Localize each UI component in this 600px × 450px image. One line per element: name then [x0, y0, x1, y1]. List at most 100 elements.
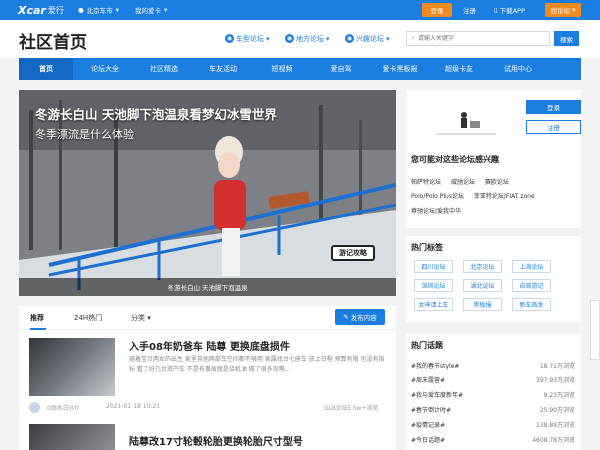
hot-tag[interactable]: 自驾游记 — [512, 279, 551, 292]
selector-label: 地方论坛 — [296, 34, 324, 43]
search-button[interactable]: 搜索 — [554, 31, 579, 46]
location-selector[interactable]: ● 北京车市 ▾ — [78, 5, 119, 15]
logo-sub: 爱行 — [47, 5, 64, 15]
topic-views: 397.93万浏览 — [536, 377, 575, 384]
interest-row: Polo/Polo Plus论坛 菲亚特论坛|FIAT zone — [411, 191, 535, 200]
nav-trial-center[interactable]: 试用中心 — [491, 58, 545, 80]
post-forum[interactable]: GL8论坛 — [324, 403, 348, 412]
chevron-down-icon: ▾ — [266, 34, 270, 43]
post-meta: 0丽水白沙0 2021-01-18 10:21 GL8论坛 3.5w+浏览 — [29, 402, 389, 414]
topic-name[interactable]: #春节倒计时# — [411, 407, 451, 414]
post-title[interactable]: 陆尊改17寸轮毂轮胎更换轮胎尺寸型号 — [129, 433, 303, 448]
chevron-down-icon: ▾ — [147, 314, 151, 322]
find-forum-button[interactable]: 找论坛 ▾ — [545, 3, 581, 17]
register-link[interactable]: 注册 — [463, 5, 476, 15]
nav-home[interactable]: 首页 — [19, 58, 73, 80]
hot-tag[interactable]: 黑板报 — [463, 298, 502, 311]
topic-row[interactable]: #今日话题# 4608.78万浏览 — [411, 435, 575, 444]
download-app-label: 下载APP — [499, 7, 525, 15]
hot-topics-title: 热门话题 — [411, 341, 443, 350]
search-input[interactable] — [417, 35, 538, 42]
forum-link[interactable]: 帕萨特论坛 — [411, 179, 441, 186]
chevron-down-icon: ▾ — [326, 34, 330, 43]
car-forum-selector[interactable]: ◉ 车型论坛 ▾ — [225, 32, 270, 45]
topic-row[interactable]: #疫情记录# 138.89万浏览 — [411, 420, 575, 429]
nav-forums[interactable]: 论坛大全 — [78, 58, 132, 80]
topic-views: 18.71万浏览 — [539, 363, 575, 370]
topic-row[interactable]: #我与爱车度新年# 9.23万浏览 — [411, 390, 575, 399]
topic-views: 4608.78万浏览 — [532, 437, 575, 444]
topic-name[interactable]: #我与爱车度新年# — [411, 392, 463, 399]
selector-label: 兴趣论坛 — [356, 34, 384, 43]
car-icon: ◉ — [225, 34, 234, 43]
page-header: 社区首页 ◉ 车型论坛 ▾ ◉ 地方论坛 ▾ ◉ 兴趣论坛 ▾ ⌕ 搜索 — [0, 20, 600, 58]
post-thumbnail[interactable] — [29, 338, 115, 396]
chevron-down-icon: ▾ — [572, 6, 576, 14]
chevron-down-icon: ▾ — [386, 34, 390, 43]
post-views: 3.5w+浏览 — [347, 405, 379, 412]
list-item[interactable]: 陆尊改17寸轮毂轮胎更换轮胎尺寸型号 — [29, 424, 389, 450]
local-forum-selector[interactable]: ◉ 地方论坛 ▾ — [285, 32, 330, 45]
topic-name[interactable]: #周末露营# — [411, 377, 445, 384]
topic-views: 138.89万浏览 — [536, 422, 575, 429]
forum-link[interactable]: Polo/Polo Plus论坛 — [411, 193, 464, 200]
hero-banner[interactable]: 冬游长白山 天池脚下泡温泉看梦幻冰雪世界 冬季漂流是什么体验 — [19, 90, 396, 296]
phone-icon: ▯ — [494, 6, 498, 14]
forum-link[interactable]: 威驰论坛 — [451, 179, 475, 186]
download-app-link[interactable]: ▯ 下载APP — [494, 5, 525, 15]
location-pin-icon: ● — [78, 6, 84, 14]
top-bar: Xcar 爱行 ● 北京车市 ▾ 我的爱卡 ▾ 登录 注册 ▯ 下载APP 找论… — [0, 0, 600, 20]
edit-icon: ✎ — [343, 313, 349, 321]
nav-events[interactable]: 车友活动 — [196, 58, 250, 80]
sidebar-register-button[interactable]: 注册 — [526, 120, 581, 134]
hot-tag[interactable]: 上海论坛 — [512, 260, 551, 273]
topic-name[interactable]: #我的春节style# — [411, 363, 459, 370]
topic-name[interactable]: #疫情记录# — [411, 422, 445, 429]
hot-tag[interactable]: 深圳论坛 — [414, 279, 453, 292]
hot-tag[interactable]: 湖北论坛 — [463, 279, 502, 292]
feed-tabs: 推荐 24H热门 分类 ▾ ✎ 发布内容 — [19, 306, 396, 330]
nav-blackboard[interactable]: 爱卡黑板报 — [373, 58, 427, 80]
sidebar-login-card: 登录 注册 — [406, 90, 581, 148]
my-car-menu[interactable]: 我的爱卡 ▾ — [135, 5, 167, 15]
floating-toolbar[interactable] — [590, 300, 600, 360]
topic-row[interactable]: #我的春节style# 18.71万浏览 — [411, 361, 575, 370]
hot-tag[interactable]: 新车首发 — [512, 298, 551, 311]
site-logo[interactable]: Xcar 爱行 — [18, 3, 64, 17]
interest-forum-selector[interactable]: ◉ 兴趣论坛 ▾ — [345, 32, 390, 45]
publish-button[interactable]: ✎ 发布内容 — [335, 309, 385, 325]
topic-name[interactable]: #今日话题# — [411, 437, 445, 444]
post-thumbnail[interactable] — [29, 424, 115, 450]
hot-tag[interactable]: 北京论坛 — [463, 260, 502, 273]
post-excerpt: 随着宝贝两女的出生 家里其他两部车空间都不够用 家属找台七座车 放上日程 预算有… — [129, 356, 385, 373]
interest-row: 帕萨特论坛 威驰论坛 赛欧论坛 — [411, 177, 509, 186]
tab-category[interactable]: 分类 ▾ — [131, 313, 151, 323]
login-illustration — [436, 112, 496, 135]
hot-tag[interactable]: 女神请上车 — [414, 298, 453, 311]
topic-row[interactable]: #春节倒计时# 25.90万浏览 — [411, 405, 575, 414]
forum-link[interactable]: 菲亚特论坛|FIAT zone — [474, 193, 535, 200]
list-item[interactable]: 入手08年奶爸车 陆尊 更换底盘损件 随着宝贝两女的出生 家里其他两部车空间都不… — [29, 338, 389, 416]
topic-row[interactable]: #周末露营# 397.93万浏览 — [411, 375, 575, 384]
nav-featured[interactable]: 社区精选 — [137, 58, 191, 80]
forum-link[interactable]: 尊驰论坛|爱我中华 — [411, 208, 461, 215]
nav-super-friends[interactable]: 超级卡友 — [432, 58, 486, 80]
login-button[interactable]: 登录 — [422, 3, 452, 17]
page-title: 社区首页 — [19, 33, 87, 53]
location-label: 北京车市 — [86, 7, 113, 15]
post-feed: 推荐 24H热门 分类 ▾ ✎ 发布内容 入手08年奶爸车 陆尊 更换底盘损件 … — [19, 306, 396, 450]
nav-short-video[interactable]: 短视频 — [255, 58, 309, 80]
tab-category-label: 分类 — [131, 314, 145, 322]
nav-self-drive[interactable]: 爱自驾 — [314, 58, 368, 80]
forum-link[interactable]: 赛欧论坛 — [485, 179, 509, 186]
travel-guide-tag[interactable]: 游记攻略 — [331, 245, 375, 261]
post-title[interactable]: 入手08年奶爸车 陆尊 更换底盘损件 — [129, 338, 290, 353]
tab-recommend[interactable]: 推荐 — [30, 313, 44, 323]
sidebar-login-button[interactable]: 登录 — [526, 100, 581, 114]
hot-tag[interactable]: 四川论坛 — [414, 260, 453, 273]
my-car-label: 我的爱卡 — [135, 7, 161, 15]
avatar[interactable] — [29, 402, 40, 413]
find-forum-label: 找论坛 — [550, 7, 571, 15]
post-author[interactable]: 0丽水白沙0 — [47, 403, 79, 412]
tab-24h-hot[interactable]: 24H热门 — [74, 313, 102, 323]
